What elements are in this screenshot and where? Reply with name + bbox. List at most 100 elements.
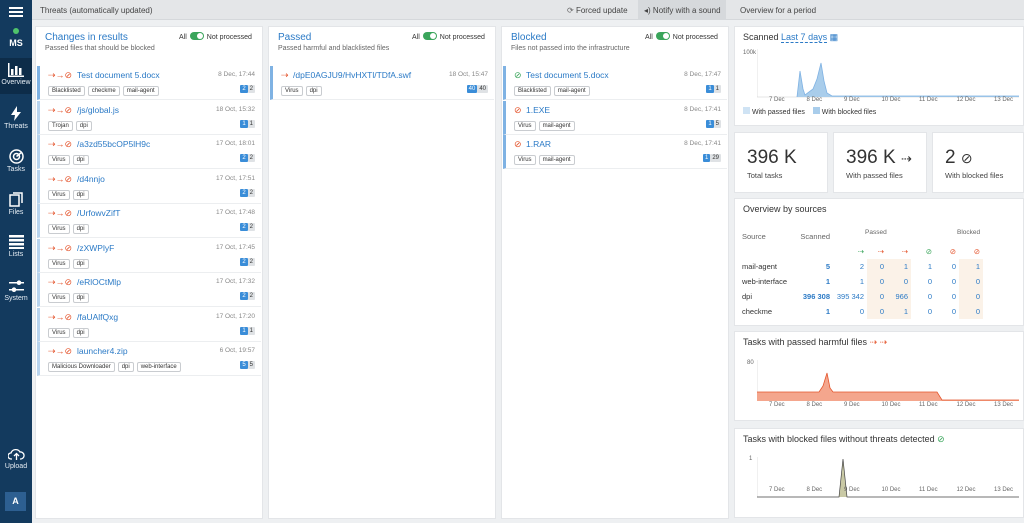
file-name[interactable]: /eRlOCtMlp bbox=[77, 277, 121, 287]
sidebar-item-overview[interactable]: Overview bbox=[0, 58, 32, 94]
source-value[interactable]: 0 bbox=[911, 289, 935, 304]
source-value[interactable]: 0 bbox=[959, 289, 983, 304]
notify-sound-button[interactable]: ◂) Notify with a sound bbox=[638, 0, 726, 20]
file-name[interactable]: /faUAlfQxg bbox=[77, 312, 118, 322]
list-item[interactable]: ⇢→⊘ /UrfowvZifT 17 Oct, 17:48 Virus dpi 2 2 bbox=[37, 204, 261, 238]
tag[interactable]: Malicious Downloader bbox=[48, 362, 115, 372]
upload-button[interactable]: Upload bbox=[0, 447, 32, 470]
blocked-title[interactable]: Blocked bbox=[511, 32, 547, 43]
toggle-switch[interactable] bbox=[189, 32, 204, 40]
source-value[interactable]: 0 bbox=[867, 289, 887, 304]
tag[interactable]: dpi bbox=[72, 293, 89, 303]
tag[interactable]: dpi bbox=[117, 362, 134, 372]
list-item[interactable]: ⊘ 1.RAR 8 Dec, 17:41 Virus mail-agent 1 29 bbox=[503, 135, 727, 169]
file-name[interactable]: /d4nnjo bbox=[77, 174, 105, 184]
tag[interactable]: Virus bbox=[281, 86, 303, 96]
tag[interactable]: dpi bbox=[75, 120, 92, 131]
source-value[interactable]: 0 bbox=[887, 274, 911, 289]
changes-filter[interactable]: All Not processed bbox=[179, 32, 252, 41]
list-item[interactable]: ⇢→⊘ /d4nnjo 17 Oct, 17:51 Virus dpi 2 2 bbox=[37, 169, 261, 204]
source-value[interactable]: 1 bbox=[959, 259, 983, 274]
stat-blocked-files[interactable]: 2 ⊘ With blocked files bbox=[932, 132, 1024, 193]
toggle-switch[interactable] bbox=[422, 32, 437, 40]
tag[interactable]: mail-agent bbox=[538, 120, 575, 131]
source-value[interactable]: 0 bbox=[959, 274, 983, 289]
source-value[interactable]: 0 bbox=[935, 259, 959, 274]
source-value[interactable]: 1 bbox=[887, 259, 911, 274]
sidebar-item-files[interactable]: Files bbox=[0, 192, 32, 216]
file-name[interactable]: /UrfowvZifT bbox=[77, 208, 120, 218]
tag[interactable]: Virus bbox=[48, 258, 70, 269]
tag[interactable]: mail-agent bbox=[553, 86, 590, 96]
sidebar-item-tasks[interactable]: Tasks bbox=[0, 149, 32, 173]
list-item[interactable]: ⇢→⊘ /a3zd55bcOP5lH9c 17 Oct, 18:01 Virus dpi… bbox=[37, 135, 261, 169]
file-name[interactable]: Test document 5.docx bbox=[526, 70, 609, 80]
tag[interactable]: dpi bbox=[305, 86, 322, 96]
tag[interactable]: mail-agent bbox=[122, 86, 159, 96]
stat-total-tasks[interactable]: 396 K Total tasks bbox=[734, 132, 828, 193]
source-value[interactable]: 0 bbox=[833, 304, 867, 319]
tag[interactable]: dpi bbox=[72, 258, 89, 269]
calendar-icon[interactable]: ▦ bbox=[830, 32, 839, 42]
changes-title[interactable]: Changes in results bbox=[45, 32, 128, 43]
passed-title[interactable]: Passed bbox=[278, 32, 311, 43]
passed-filter[interactable]: All Not processed bbox=[412, 32, 485, 41]
overview-period-button[interactable]: Overview for a period bbox=[740, 6, 816, 15]
file-name[interactable]: 1.EXE bbox=[526, 105, 550, 115]
tag[interactable]: Virus bbox=[514, 155, 536, 165]
tag[interactable]: Virus bbox=[48, 189, 70, 200]
period-selector[interactable]: Last 7 days bbox=[781, 32, 828, 43]
list-item[interactable]: ⇢→⊘ /js/global.js 18 Oct, 15:32 Trojan dpi 1 1 bbox=[37, 100, 261, 135]
file-name[interactable]: /js/global.js bbox=[77, 105, 119, 115]
source-value[interactable]: 0 bbox=[935, 289, 959, 304]
tag[interactable]: checkme bbox=[87, 86, 120, 96]
source-value[interactable]: 0 bbox=[867, 274, 887, 289]
source-value[interactable]: 1 bbox=[833, 274, 867, 289]
tag[interactable]: Virus bbox=[48, 327, 70, 338]
avatar[interactable]: A bbox=[5, 492, 26, 511]
forced-update-button[interactable]: ⟳ Forced update bbox=[567, 6, 628, 15]
file-name[interactable]: /zXWPlyF bbox=[77, 243, 114, 253]
list-item[interactable]: ⇢→⊘ /zXWPlyF 17 Oct, 17:45 Virus dpi 2 2 bbox=[37, 238, 261, 273]
tag[interactable]: dpi bbox=[72, 155, 89, 165]
tag[interactable]: dpi bbox=[72, 327, 89, 338]
source-value[interactable]: 1 bbox=[887, 304, 911, 319]
list-item[interactable]: ⊘ 1.EXE 8 Dec, 17:41 Virus mail-agent 1 5 bbox=[503, 100, 727, 135]
sidebar-item-system[interactable]: System bbox=[0, 280, 32, 302]
source-value[interactable]: 0 bbox=[867, 259, 887, 274]
blocked-filter[interactable]: All Not processed bbox=[645, 32, 718, 41]
toggle-switch[interactable] bbox=[655, 32, 670, 40]
tag[interactable]: Virus bbox=[48, 293, 70, 303]
tag[interactable]: Blacklisted bbox=[48, 86, 85, 96]
list-item[interactable]: ⊘ Test document 5.docx 8 Dec, 17:47 Blackli… bbox=[503, 66, 727, 100]
tag[interactable]: mail-agent bbox=[538, 155, 575, 165]
list-item[interactable]: ⇢ /dpE0AGJU9/HvHXTl/TDfA.swf 18 Oct, 15:47… bbox=[270, 66, 494, 100]
tag[interactable]: web-interface bbox=[136, 362, 181, 372]
menu-icon[interactable] bbox=[9, 7, 23, 17]
file-name[interactable]: launcher4.zip bbox=[77, 346, 128, 356]
tag[interactable]: Trojan bbox=[48, 120, 73, 131]
tag[interactable]: Virus bbox=[48, 224, 70, 234]
source-value[interactable]: 0 bbox=[935, 274, 959, 289]
list-item[interactable]: ⇢→⊘ Test document 5.docx 8 Dec, 17:44 Black… bbox=[37, 66, 261, 100]
source-value[interactable]: 0 bbox=[911, 274, 935, 289]
source-value[interactable]: 0 bbox=[911, 304, 935, 319]
scanned-count[interactable]: 396 308 bbox=[795, 289, 833, 304]
source-value[interactable]: 2 bbox=[833, 259, 867, 274]
tag[interactable]: dpi bbox=[72, 189, 89, 200]
file-name[interactable]: /dpE0AGJU9/HvHXTl/TDfA.swf bbox=[293, 70, 411, 80]
tag[interactable]: Blacklisted bbox=[514, 86, 551, 96]
source-value[interactable]: 0 bbox=[867, 304, 887, 319]
tag[interactable]: dpi bbox=[72, 224, 89, 234]
source-value[interactable]: 0 bbox=[935, 304, 959, 319]
stat-passed-files[interactable]: 396 K ⇢ With passed files bbox=[833, 132, 927, 193]
file-name[interactable]: /a3zd55bcOP5lH9c bbox=[77, 139, 150, 149]
source-value[interactable]: 0 bbox=[959, 304, 983, 319]
scanned-count[interactable]: 1 bbox=[795, 304, 833, 319]
list-item[interactable]: ⇢→⊘ /faUAlfQxg 17 Oct, 17:20 Virus dpi 1 1 bbox=[37, 307, 261, 342]
source-value[interactable]: 966 bbox=[887, 289, 911, 304]
tag[interactable]: Virus bbox=[514, 120, 536, 131]
scanned-count[interactable]: 5 bbox=[795, 259, 833, 274]
scanned-count[interactable]: 1 bbox=[795, 274, 833, 289]
file-name[interactable]: Test document 5.docx bbox=[77, 70, 160, 80]
